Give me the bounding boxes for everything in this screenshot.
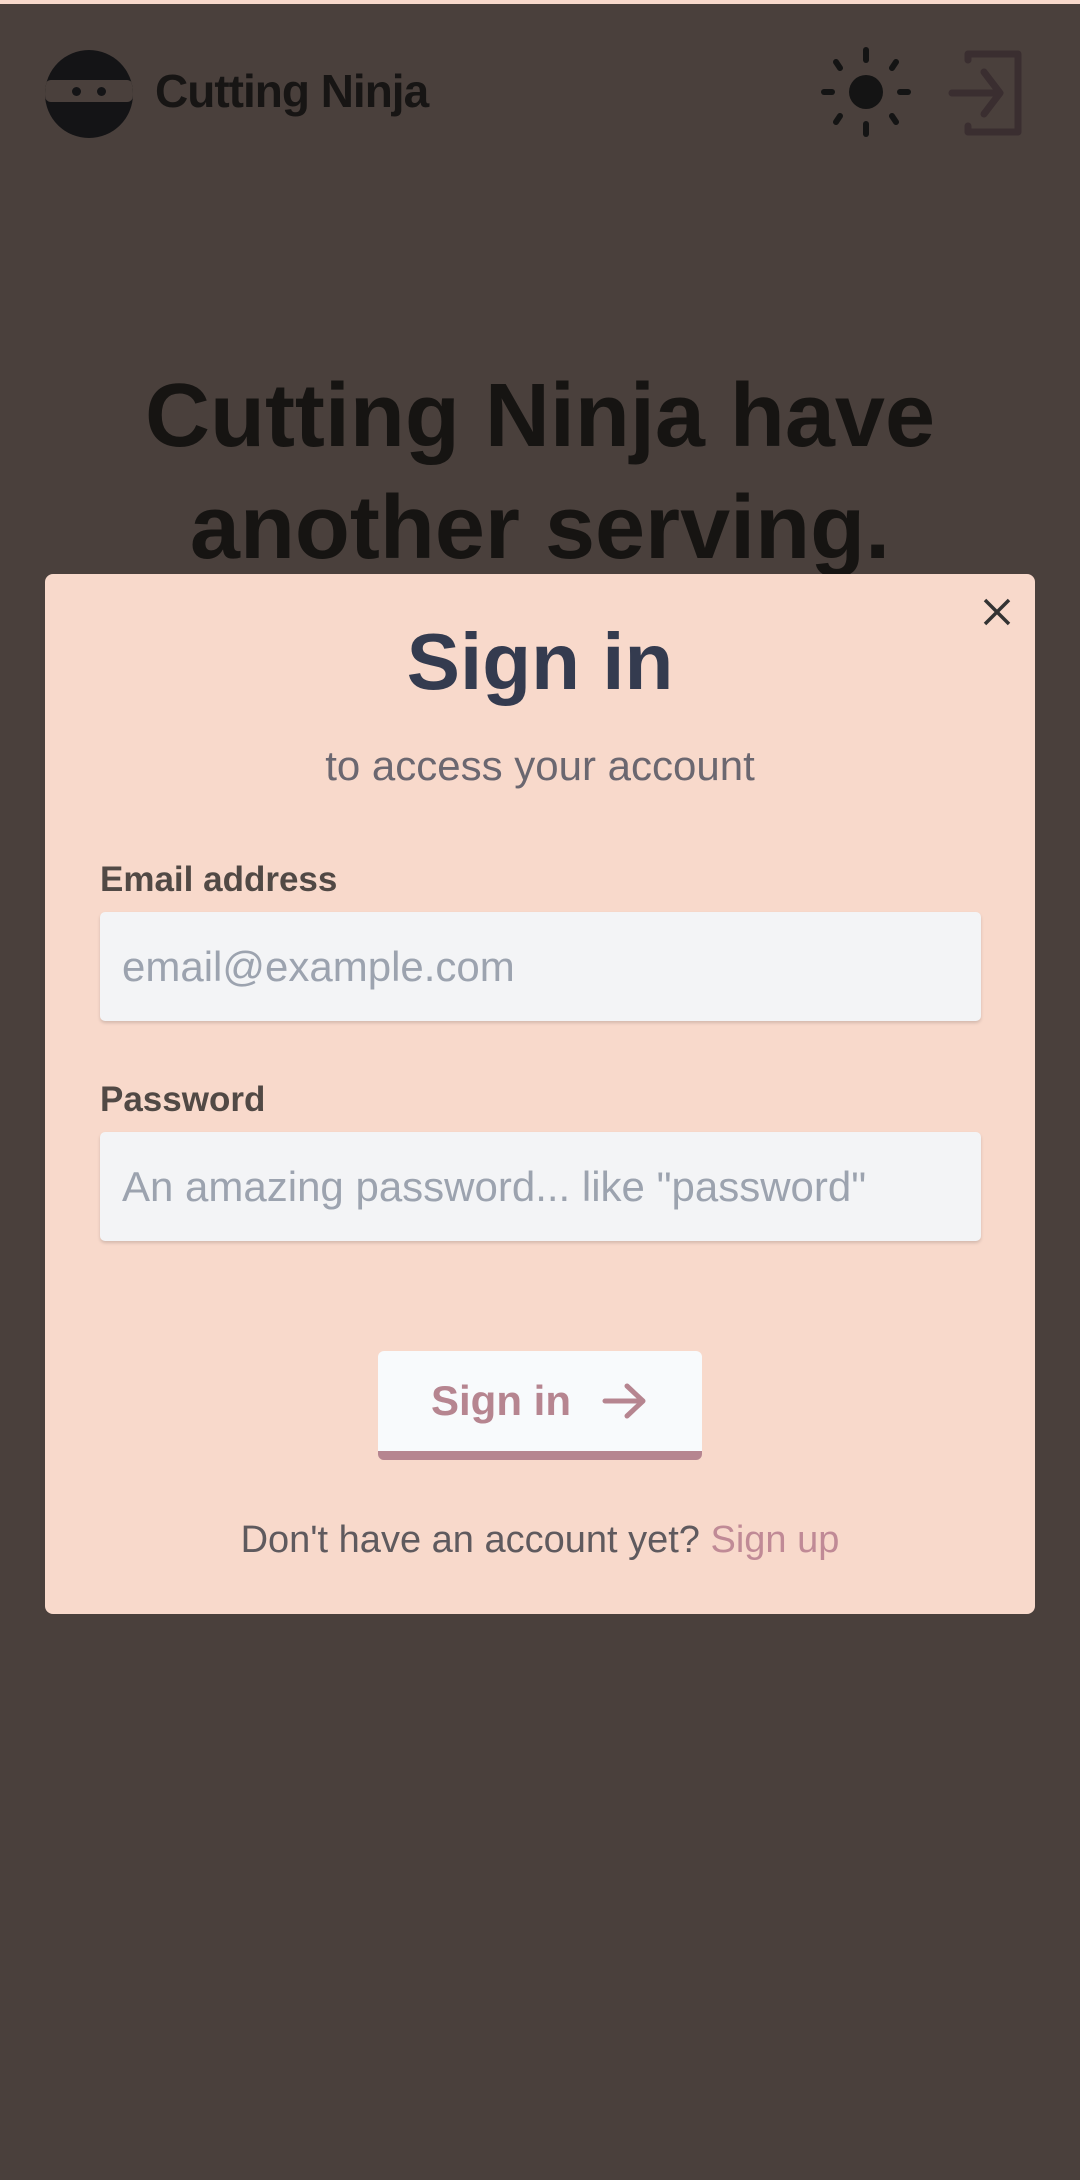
login-icon[interactable]	[948, 50, 1024, 136]
hero-line-1: Cutting Ninja have	[144, 366, 936, 466]
sign-in-button[interactable]: Sign in	[378, 1351, 702, 1460]
ninja-logo-icon[interactable]	[45, 50, 133, 138]
hero-heading: Cutting Ninja have another serving.	[0, 360, 1080, 584]
modal-title: Sign in	[406, 617, 674, 706]
sign-up-link[interactable]: Sign up	[711, 1519, 840, 1561]
signup-prompt-text: Don't have an account yet?	[240, 1519, 700, 1561]
modal-subtitle: to access your account	[325, 742, 755, 789]
signup-prompt: Don't have an account yet? Sign up	[45, 1519, 1035, 1562]
password-label: Password	[100, 1080, 266, 1119]
top-strip	[0, 0, 1080, 4]
email-input[interactable]	[100, 912, 981, 1021]
brand-name[interactable]: Cutting Ninja	[155, 64, 429, 118]
hero-line-2: another serving.	[189, 478, 891, 578]
arrow-right-icon	[602, 1383, 646, 1419]
sign-in-button-label: Sign in	[431, 1377, 571, 1424]
email-label: Email address	[100, 860, 338, 899]
password-input[interactable]	[100, 1132, 981, 1241]
sun-icon[interactable]	[820, 46, 912, 138]
sign-in-modal: Sign in to access your account Email add…	[45, 574, 1035, 1614]
